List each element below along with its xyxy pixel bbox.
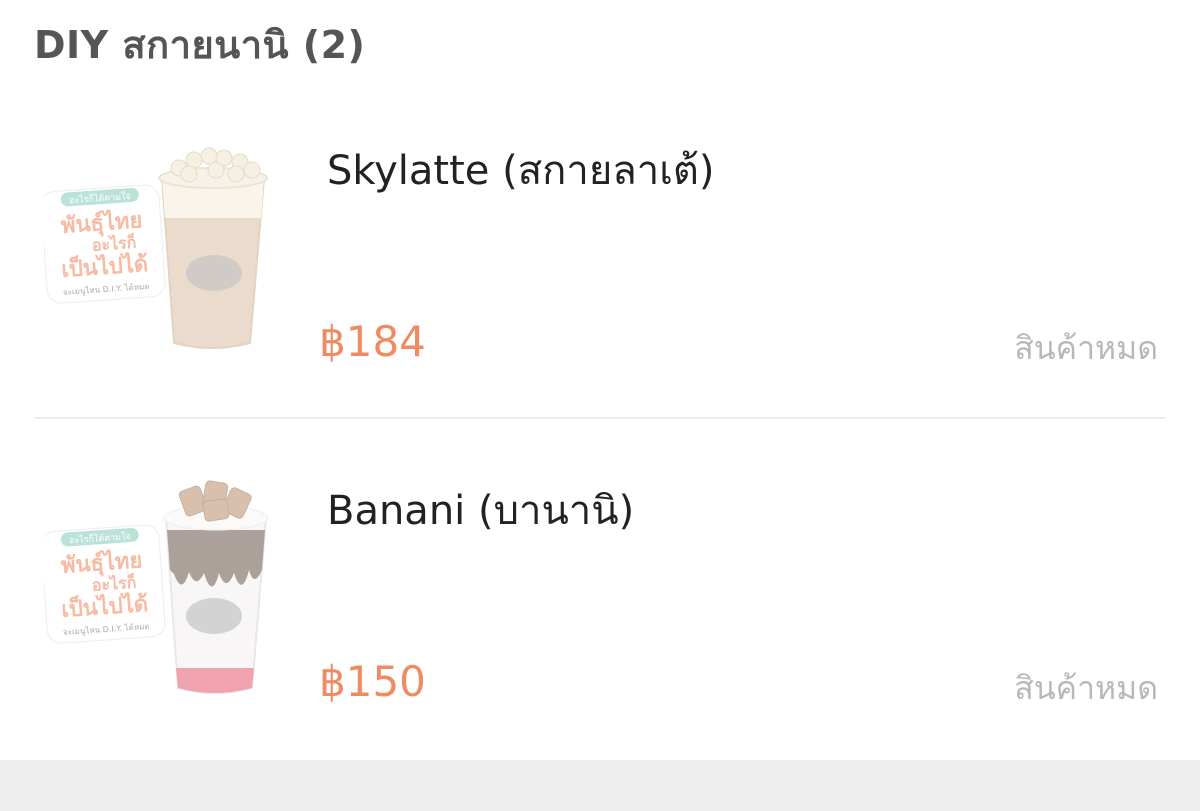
product-image-skylatte: อะไรก็ได้ตามใจ พันธุ์ไทย อะไรก็ เป็นไปได… [40,138,284,368]
item-price: ฿184 [319,317,426,366]
menu-item-banani[interactable]: อะไรก็ได้ตามใจ พันธุ์ไทย อะไรก็ เป็นไปได… [34,420,1166,760]
item-name: Banani (บานานิ) [327,488,635,534]
sold-out-status: สินค้าหมด [1014,329,1158,367]
divider [34,417,1166,419]
section-title: DIY สกายนานิ (2) [34,23,366,67]
bottom-separator-band [0,760,1200,811]
sold-out-status: สินค้าหมด [1014,669,1158,707]
item-name: Skylatte (สกายลาเต้) [327,148,715,194]
product-image-banani: อะไรก็ได้ตามใจ พันธุ์ไทย อะไรก็ เป็นไปได… [40,478,284,708]
item-price: ฿150 [319,657,426,706]
menu-item-skylatte[interactable]: อะไรก็ได้ตามใจ พันธุ์ไทย อะไรก็ เป็นไปได… [34,80,1166,420]
